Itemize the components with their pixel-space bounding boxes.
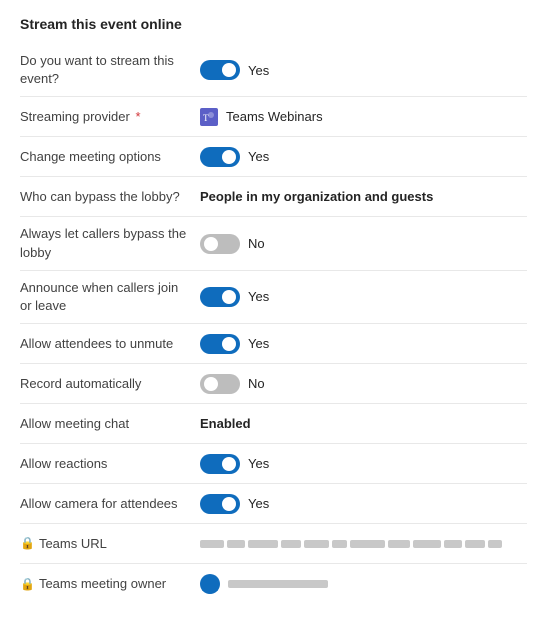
label-allow-chat: Allow meeting chat xyxy=(20,415,200,433)
toggle-slider-stream-event xyxy=(200,60,240,80)
label-allow-reactions: Allow reactions xyxy=(20,455,200,473)
row-stream-event: Do you want to stream this event? Yes xyxy=(20,44,527,97)
toggle-slider-announce xyxy=(200,287,240,307)
label-teams-url: 🔒 Teams URL xyxy=(20,535,200,553)
label-record-automatically: Record automatically xyxy=(20,375,200,393)
owner-avatar xyxy=(200,574,220,594)
label-callers-bypass-lobby: Always let callers bypass the lobby xyxy=(20,225,200,261)
row-teams-meeting-owner: 🔒 Teams meeting owner xyxy=(20,564,527,604)
lock-icon-url: 🔒 xyxy=(20,535,35,552)
row-allow-reactions: Allow reactions Yes xyxy=(20,444,527,484)
label-change-meeting-options: Change meeting options xyxy=(20,148,200,166)
toggle-label-reactions: Yes xyxy=(248,456,269,471)
label-allow-unmute: Allow attendees to unmute xyxy=(20,335,200,353)
toggle-slider-record xyxy=(200,374,240,394)
toggle-allow-reactions[interactable] xyxy=(200,454,240,474)
value-announce-callers: Yes xyxy=(200,287,527,307)
toggle-label-callers-bypass: No xyxy=(248,236,265,251)
value-allow-chat: Enabled xyxy=(200,416,527,431)
toggle-label-change-meeting: Yes xyxy=(248,149,269,164)
row-allow-unmute: Allow attendees to unmute Yes xyxy=(20,324,527,364)
url-blur-3 xyxy=(248,540,278,548)
value-change-meeting-options: Yes xyxy=(200,147,527,167)
row-bypass-lobby: Who can bypass the lobby? People in my o… xyxy=(20,177,527,217)
owner-name-blur xyxy=(228,580,328,588)
value-allow-camera: Yes xyxy=(200,494,527,514)
toggle-slider-camera xyxy=(200,494,240,514)
row-change-meeting-options: Change meeting options Yes xyxy=(20,137,527,177)
label-stream-event: Do you want to stream this event? xyxy=(20,52,200,88)
url-blur-11 xyxy=(465,540,485,548)
row-teams-url: 🔒 Teams URL xyxy=(20,524,527,564)
label-teams-meeting-owner: 🔒 Teams meeting owner xyxy=(20,575,200,593)
teams-owner-text: Teams meeting owner xyxy=(39,575,166,593)
toggle-announce-callers[interactable] xyxy=(200,287,240,307)
row-allow-camera: Allow camera for attendees Yes xyxy=(20,484,527,524)
url-blur-6 xyxy=(332,540,347,548)
toggle-allow-camera[interactable] xyxy=(200,494,240,514)
url-blur-2 xyxy=(227,540,245,548)
row-record-automatically: Record automatically No xyxy=(20,364,527,404)
toggle-slider-reactions xyxy=(200,454,240,474)
url-blur-8 xyxy=(388,540,410,548)
toggle-label-unmute: Yes xyxy=(248,336,269,351)
url-blur-4 xyxy=(281,540,301,548)
provider-name: Teams Webinars xyxy=(226,109,323,124)
page-title: Stream this event online xyxy=(20,16,527,32)
url-blur-9 xyxy=(413,540,441,548)
lock-icon-owner: 🔒 xyxy=(20,576,35,593)
value-teams-url xyxy=(200,540,527,548)
value-allow-reactions: Yes xyxy=(200,454,527,474)
value-allow-unmute: Yes xyxy=(200,334,527,354)
required-marker: * xyxy=(135,109,140,124)
label-bypass-lobby: Who can bypass the lobby? xyxy=(20,188,200,206)
url-blur-10 xyxy=(444,540,462,548)
value-teams-meeting-owner xyxy=(200,574,527,594)
toggle-slider-unmute xyxy=(200,334,240,354)
label-streaming-provider: Streaming provider * xyxy=(20,108,200,126)
label-announce-callers: Announce when callers join or leave xyxy=(20,279,200,315)
row-allow-chat: Allow meeting chat Enabled xyxy=(20,404,527,444)
label-allow-camera: Allow camera for attendees xyxy=(20,495,200,513)
url-blur-12 xyxy=(488,540,502,548)
row-callers-bypass-lobby: Always let callers bypass the lobby No xyxy=(20,217,527,270)
value-callers-bypass-lobby: No xyxy=(200,234,527,254)
toggle-slider-change-meeting xyxy=(200,147,240,167)
toggle-change-meeting-options[interactable] xyxy=(200,147,240,167)
url-blur-7 xyxy=(350,540,385,548)
toggle-label-camera: Yes xyxy=(248,496,269,511)
toggle-record-automatically[interactable] xyxy=(200,374,240,394)
row-streaming-provider: Streaming provider * T Teams Webinars xyxy=(20,97,527,137)
value-stream-event: Yes xyxy=(200,60,527,80)
teams-provider-icon: T xyxy=(200,108,218,126)
toggle-callers-bypass-lobby[interactable] xyxy=(200,234,240,254)
toggle-label-announce: Yes xyxy=(248,289,269,304)
value-streaming-provider: T Teams Webinars xyxy=(200,108,527,126)
page-container: Stream this event online Do you want to … xyxy=(0,0,547,620)
toggle-label-stream-event: Yes xyxy=(248,63,269,78)
value-bypass-lobby: People in my organization and guests xyxy=(200,189,527,204)
toggle-label-record: No xyxy=(248,376,265,391)
row-announce-callers: Announce when callers join or leave Yes xyxy=(20,271,527,324)
url-blur-container xyxy=(200,540,502,548)
toggle-slider-callers-bypass xyxy=(200,234,240,254)
url-blur-1 xyxy=(200,540,224,548)
toggle-stream-event[interactable] xyxy=(200,60,240,80)
url-blur-5 xyxy=(304,540,329,548)
value-record-automatically: No xyxy=(200,374,527,394)
teams-url-text: Teams URL xyxy=(39,535,107,553)
toggle-allow-unmute[interactable] xyxy=(200,334,240,354)
